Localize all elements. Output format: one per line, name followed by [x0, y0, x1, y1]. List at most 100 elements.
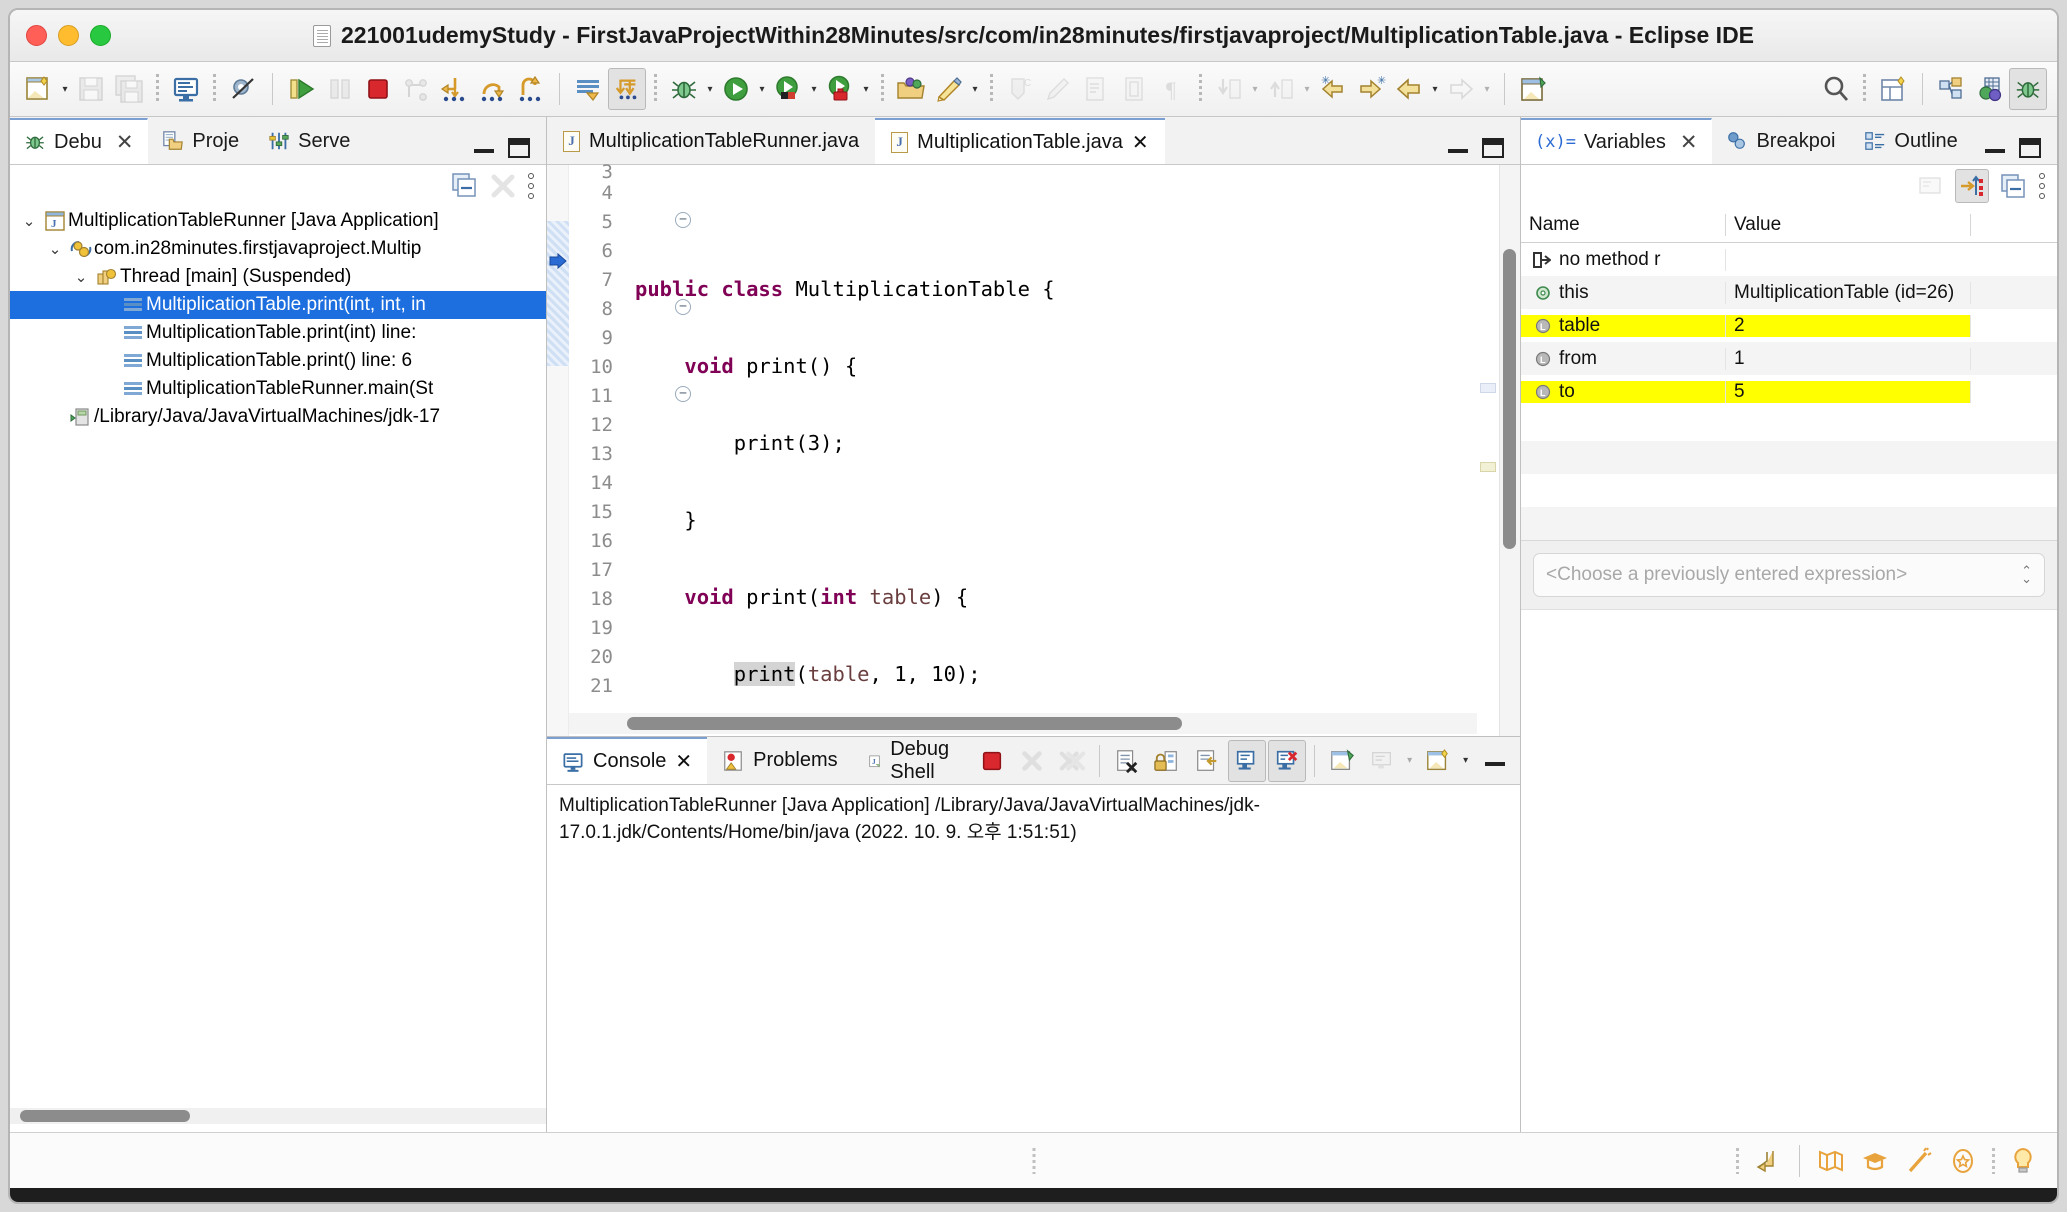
star-outline-icon[interactable] — [1948, 1147, 1978, 1175]
drop-to-frame-icon[interactable] — [570, 68, 608, 110]
fold-collapse-icon[interactable]: − — [675, 386, 691, 402]
run-icon[interactable] — [717, 68, 755, 110]
minimize-window-button[interactable] — [58, 25, 79, 46]
graduation-cap-icon[interactable] — [1860, 1147, 1890, 1175]
run-dropdown-arrow[interactable]: ▾ — [755, 68, 769, 110]
new-wizard-dropdown-arrow[interactable]: ▾ — [58, 68, 72, 110]
editor-overview-ruler[interactable] — [1477, 165, 1499, 736]
fold-collapse-icon[interactable]: − — [675, 212, 691, 228]
external-tools-dropdown-arrow[interactable]: ▾ — [859, 68, 873, 110]
open-console-icon[interactable] — [1419, 740, 1457, 782]
table-row[interactable]: L from 1 — [1521, 342, 2057, 375]
back-dropdown-arrow[interactable]: ▾ — [1428, 68, 1442, 110]
fold-collapse-icon[interactable]: − — [675, 299, 691, 315]
clear-console-icon[interactable] — [1108, 740, 1146, 782]
console-output[interactable]: MultiplicationTableRunner [Java Applicat… — [547, 785, 1520, 1132]
new-java-package-icon[interactable] — [930, 68, 968, 110]
show-console-on-error-icon[interactable] — [1267, 739, 1306, 782]
use-step-filters-icon[interactable] — [608, 68, 646, 110]
code-editor[interactable]: 3 4 5 6 7 8 9 10 11 12 13 14 15 16 17 18… — [547, 163, 1520, 736]
tree-row-launch[interactable]: ⌄ J MultiplicationTableRunner [Java Appl… — [10, 207, 546, 235]
debug-dropdown-arrow[interactable]: ▾ — [703, 68, 717, 110]
pin-editor-icon[interactable] — [1515, 68, 1553, 110]
tree-row-debug-target[interactable]: ⌄ com.in28minutes.firstjavaproject.Multi… — [10, 235, 546, 263]
status-grip[interactable] — [1736, 1147, 1739, 1174]
external-tools-icon[interactable] — [821, 68, 859, 110]
view-menu-icon[interactable] — [2039, 173, 2045, 199]
step-into-icon[interactable] — [435, 68, 473, 110]
editor-tab-multiplicationtable[interactable]: J MultiplicationTable.java ✕ — [875, 118, 1165, 164]
variable-detail-pane[interactable] — [1521, 609, 2057, 1132]
status-grip[interactable] — [1992, 1147, 1995, 1174]
close-icon[interactable]: ✕ — [1132, 130, 1149, 155]
debug-icon[interactable] — [665, 68, 703, 110]
editor-gutter[interactable] — [547, 165, 569, 736]
show-console-on-output-icon[interactable] — [1227, 739, 1266, 782]
tab-debug-shell[interactable]: J Debug Shell — [853, 738, 973, 784]
tree-row-stack-frame[interactable]: MultiplicationTableRunner.main(St — [10, 375, 546, 403]
status-grip[interactable] — [1032, 1147, 1035, 1174]
close-icon[interactable]: ✕ — [675, 749, 692, 774]
collapse-all-icon[interactable] — [452, 173, 478, 199]
debug-perspective-icon[interactable] — [2009, 68, 2047, 110]
scroll-lock-icon[interactable] — [1148, 740, 1186, 782]
chevron-down-icon[interactable]: ⌄ — [16, 212, 42, 230]
tab-variables[interactable]: (x)= Variables ✕ — [1521, 118, 1713, 164]
step-over-icon[interactable] — [473, 68, 511, 110]
column-header-name[interactable]: Name — [1521, 213, 1726, 236]
coverage-icon[interactable] — [769, 68, 807, 110]
editor-text[interactable]: public class MultiplicationTable { void … — [621, 165, 1520, 736]
tree-row-jvm-process[interactable]: /Library/Java/JavaVirtualMachines/jdk-17 — [10, 403, 546, 431]
step-return-icon[interactable] — [511, 68, 549, 110]
pin-console-icon[interactable] — [1323, 740, 1361, 782]
java-browsing-perspective-icon[interactable] — [1933, 68, 1971, 110]
map-icon[interactable] — [1816, 1147, 1846, 1175]
search-icon[interactable] — [1817, 68, 1855, 110]
coverage-dropdown-arrow[interactable]: ▾ — [807, 68, 821, 110]
column-header-value[interactable]: Value — [1726, 213, 1971, 236]
new-wizard-icon[interactable] — [20, 68, 58, 110]
chevron-down-icon[interactable]: ⌄ — [68, 268, 94, 286]
new-java-package-dropdown-arrow[interactable]: ▾ — [968, 68, 982, 110]
debug-stack-tree[interactable]: ⌄ J MultiplicationTableRunner [Java Appl… — [10, 207, 546, 1132]
show-detail-pane-icon[interactable] — [2001, 173, 2027, 199]
last-edit-location-icon[interactable]: ✳ — [1314, 68, 1352, 110]
open-console-dropdown-arrow[interactable]: ▾ — [1459, 740, 1473, 782]
word-wrap-icon[interactable] — [1188, 740, 1226, 782]
tab-outline[interactable]: Outline — [1850, 118, 1972, 164]
terminate-icon[interactable] — [359, 68, 397, 110]
tab-servers[interactable]: Serve — [254, 118, 365, 164]
zoom-window-button[interactable] — [90, 25, 111, 46]
tab-debug[interactable]: Debu ✕ — [10, 118, 149, 164]
close-icon[interactable]: ✕ — [1680, 130, 1698, 155]
table-row[interactable]: L to 5 — [1521, 375, 2057, 408]
lightbulb-icon[interactable] — [2009, 1146, 2037, 1176]
back-icon[interactable] — [1390, 68, 1428, 110]
resume-icon[interactable] — [283, 68, 321, 110]
expression-input[interactable]: <Choose a previously entered expression>… — [1533, 553, 2045, 597]
chevron-updown-icon[interactable]: ⌃ ⌄ — [2021, 564, 2032, 585]
maximize-icon[interactable] — [1482, 138, 1504, 158]
tab-problems[interactable]: Problems — [707, 738, 852, 784]
new-perspective-icon[interactable] — [1874, 68, 1912, 110]
maximize-icon[interactable] — [508, 138, 530, 158]
view-menu-icon[interactable] — [528, 173, 534, 199]
forward-history-icon[interactable]: ✳ — [1352, 68, 1390, 110]
terminate-icon[interactable] — [973, 740, 1011, 782]
magic-wand-icon[interactable] — [1904, 1146, 1934, 1175]
java-perspective-icon[interactable] — [1971, 68, 2009, 110]
table-row[interactable]: no method r — [1521, 243, 2057, 276]
editor-hscrollbar-thumb[interactable] — [627, 717, 1182, 730]
tab-breakpoints[interactable]: Breakpoi — [1712, 118, 1850, 164]
minimize-icon[interactable] — [474, 143, 494, 153]
console-icon[interactable] — [167, 68, 205, 110]
skip-breakpoints-icon[interactable] — [224, 68, 262, 110]
table-row[interactable]: L table 2 — [1521, 309, 2057, 342]
collapse-variables-icon[interactable] — [1955, 169, 1989, 203]
table-row[interactable]: this MultiplicationTable (id=26) — [1521, 276, 2057, 309]
editor-tab-runner[interactable]: J MultiplicationTableRunner.java — [547, 118, 875, 164]
close-window-button[interactable] — [26, 25, 47, 46]
tree-row-stack-frame[interactable]: MultiplicationTable.print() line: 6 — [10, 347, 546, 375]
tree-row-stack-frame[interactable]: MultiplicationTable.print(int) line: — [10, 319, 546, 347]
tree-row-stack-frame[interactable]: MultiplicationTable.print(int, int, in — [10, 291, 546, 319]
